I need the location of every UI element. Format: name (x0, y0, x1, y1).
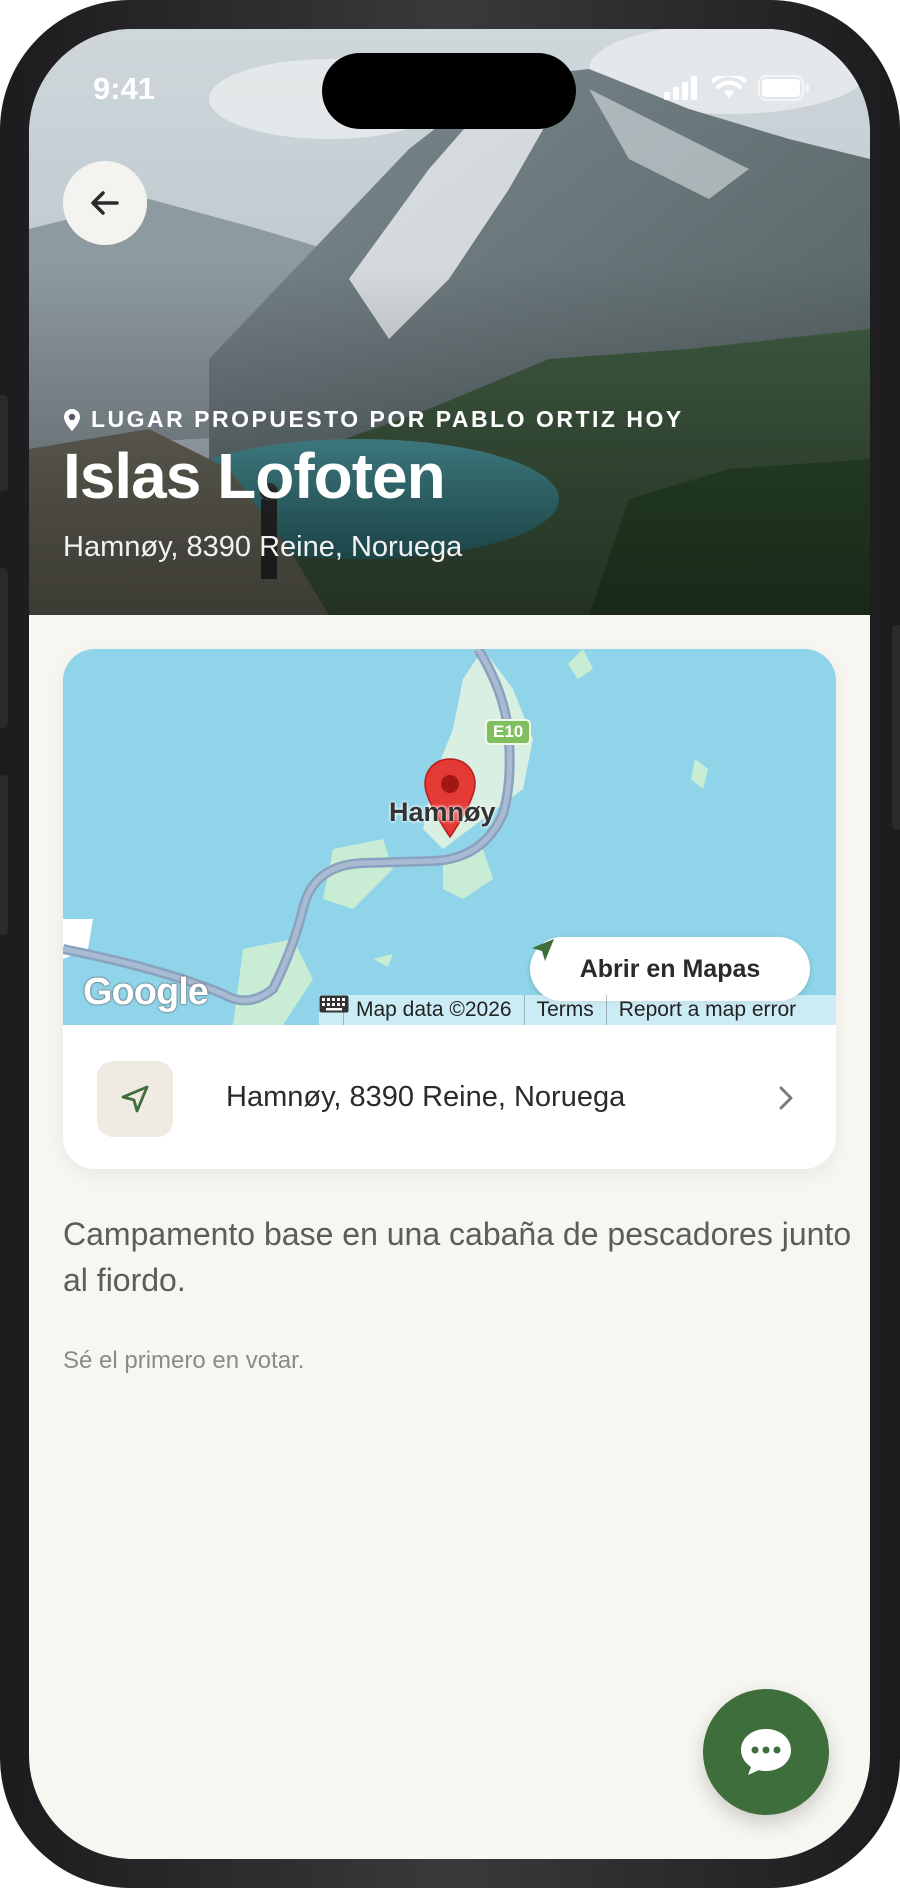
battery-icon (758, 75, 809, 101)
back-arrow-icon (91, 191, 119, 215)
screen: 9:41 LUGAR PROPUESTO POR PABLO ORTIZ HOY… (29, 29, 870, 1859)
open-in-maps-button[interactable]: Abrir en Mapas (530, 937, 810, 1001)
keyboard-icon (319, 995, 349, 1013)
google-logo: Google (83, 971, 209, 1013)
location-row[interactable]: Hamnøy, 8390 Reine, Noruega (63, 1025, 836, 1169)
navigation-arrow-icon (532, 939, 554, 961)
map-place-label: Hamnøy (389, 797, 496, 827)
chat-button[interactable] (703, 1689, 829, 1815)
map-view[interactable]: E10 Hamnøy Abrir en Mapas Google Map dat… (63, 649, 836, 1025)
chat-bubble-icon (741, 1729, 791, 1775)
volume-up-button (0, 568, 8, 728)
place-address: Hamnøy, 8390 Reine, Noruega (63, 531, 463, 563)
navigation-arrow-icon (121, 1085, 149, 1113)
phone-frame: 9:41 LUGAR PROPUESTO POR PABLO ORTIZ HOY… (0, 0, 900, 1888)
map-attribution: Map data ©2026 Terms Report a map error (319, 995, 836, 1025)
status-time: 9:41 (93, 71, 156, 106)
route-badge: E10 (485, 719, 532, 745)
open-in-maps-label: Abrir en Mapas (579, 954, 761, 983)
wifi-icon (712, 76, 746, 98)
chevron-right-icon (779, 1086, 793, 1110)
volume-down-button (0, 775, 8, 935)
dynamic-island (322, 53, 576, 129)
place-description: Campamento base en una cabaña de pescado… (63, 1216, 852, 1298)
back-button[interactable] (63, 161, 147, 245)
action-button (0, 395, 8, 491)
signal-icon (664, 76, 697, 100)
place-title: Islas Lofoten (63, 440, 446, 512)
proposer-line: LUGAR PROPUESTO POR PABLO ORTIZ HOY (63, 406, 684, 433)
report-map-error-link[interactable]: Report a map error (605, 995, 808, 1025)
location-icon-tile (97, 1061, 173, 1137)
proposer-text: LUGAR PROPUESTO POR PABLO ORTIZ HOY (91, 406, 684, 432)
map-terms-link[interactable]: Terms (523, 995, 606, 1025)
status-icons (664, 75, 810, 101)
location-pin-icon (64, 408, 80, 431)
power-button (892, 625, 900, 830)
location-card: E10 Hamnøy Abrir en Mapas Google Map dat… (63, 649, 836, 1169)
hero-image: 9:41 LUGAR PROPUESTO POR PABLO ORTIZ HOY… (29, 29, 870, 615)
location-address: Hamnøy, 8390 Reine, Noruega (226, 1081, 626, 1113)
map-data-label: Map data ©2026 (343, 995, 524, 1025)
vote-prompt: Sé el primero en votar. (63, 1347, 305, 1374)
keyboard-shortcuts[interactable] (319, 995, 349, 1025)
